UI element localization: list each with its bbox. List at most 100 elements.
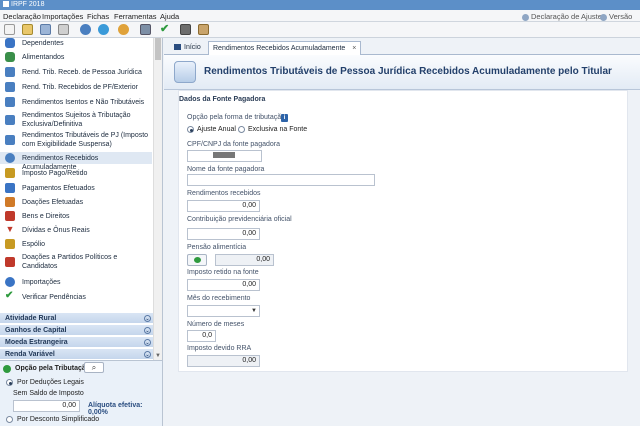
sidebar-item-bens[interactable]: Bens e Direitos [0, 210, 152, 221]
home-icon [174, 44, 181, 51]
menu-declaracao[interactable]: Declaração [3, 12, 41, 21]
cpf-field[interactable] [187, 150, 262, 162]
money-icon [5, 67, 15, 77]
sidebar-item-partidos[interactable]: Doações a Partidos Políticos e Candidato… [0, 252, 152, 272]
menu-ajuda[interactable]: Ajuda [160, 12, 179, 21]
sidebar-item-rend-pf[interactable]: Rend. Trib. Recebidos de PF/Exterior [0, 81, 152, 92]
check-icon[interactable]: ✔ [160, 24, 171, 35]
sidebar-item-rra[interactable]: Rendimentos Recebidos Acumuladamente [0, 152, 152, 171]
money-icon [5, 82, 15, 92]
chevron-down-icon: ▼ [251, 308, 257, 314]
sidebar-item-espolio[interactable]: Espólio [0, 238, 152, 249]
radio-exclusiva-fonte[interactable] [238, 126, 245, 133]
book-icon[interactable] [198, 24, 209, 35]
irrf-field[interactable]: 0,00 [187, 279, 260, 291]
check-icon: ✔ [5, 290, 14, 301]
calculator-icon[interactable] [180, 24, 191, 35]
sidebar-item-exigibilidade-suspensa[interactable]: Rendimentos Tributáveis de PJ (Imposto c… [0, 130, 152, 150]
people-icon [5, 38, 15, 48]
tax-search-button[interactable]: ⌕ [84, 362, 104, 373]
page-header: Rendimentos Tributáveis de Pessoa Jurídi… [164, 55, 640, 90]
sidebar-item-alimentandos[interactable]: Alimentandos [0, 51, 152, 62]
money-icon [5, 115, 15, 125]
mes-select[interactable]: ▼ [187, 305, 260, 317]
sidebar-item-imposto-pago[interactable]: Imposto Pago/Retido [0, 167, 152, 178]
group-renda-variavel[interactable]: Renda Variável ⌄ [0, 348, 154, 359]
app-icon [3, 1, 9, 8]
search-icon[interactable] [118, 24, 129, 35]
leaf-icon [3, 365, 11, 373]
meses-field[interactable]: 0,0 [187, 330, 216, 342]
sidebar-item-doacoes[interactable]: Doações Efetuadas [0, 196, 152, 207]
estate-icon [5, 239, 15, 249]
open-folder-icon[interactable] [22, 24, 33, 35]
donation-icon [5, 257, 15, 267]
rend-label: Rendimentos recebidos [187, 190, 261, 197]
sidebar-item-dividas[interactable]: ▼ Dívidas e Ônus Reais [0, 224, 152, 235]
money-icon [5, 97, 15, 107]
delete-icon[interactable] [58, 24, 69, 35]
sidebar-item-verificar[interactable]: ✔ Verificar Pendências [0, 291, 152, 302]
save-icon[interactable] [40, 24, 51, 35]
group-atividade-rural[interactable]: Atividade Rural ⌄ [0, 312, 154, 323]
option-label: Opção pela forma de tributação [187, 114, 286, 121]
chevron-down-icon: ⌄ [144, 339, 151, 346]
globe-icon[interactable] [80, 24, 91, 35]
new-document-icon[interactable] [4, 24, 15, 35]
transmit-icon[interactable] [98, 24, 109, 35]
radio-desconto-label: Por Desconto Simplificado [17, 416, 100, 423]
sidebar-item-exclusiva[interactable]: Rendimentos Sujeitos à Tributação Exclus… [0, 110, 152, 130]
radio-ajuste-label: Ajuste Anual [197, 126, 236, 133]
tax-option-panel: Opção pela Tributação: ⌕ Por Deduções Le… [0, 360, 163, 426]
chevron-down-icon: ⌄ [144, 351, 151, 358]
sidebar-item-pagamentos[interactable]: Pagamentos Efetuados [0, 182, 152, 193]
tab-inicio[interactable]: Início [170, 41, 205, 55]
menu-fichas[interactable]: Fichas [87, 12, 109, 21]
tab-rra[interactable]: Rendimentos Recebidos Acumuladamente × [208, 41, 362, 55]
close-icon[interactable]: × [352, 45, 356, 52]
tax-option-title: Opção pela Tributação: [15, 365, 93, 372]
pensao-label: Pensão alimentícia [187, 244, 247, 251]
chevron-down-icon: ⌄ [144, 315, 151, 322]
scrollbar-thumb[interactable] [155, 38, 161, 60]
aliquota-label: Alíquota efetiva: 0,00% [88, 402, 143, 416]
payment-icon [5, 183, 15, 193]
saldo-label: Sem Saldo de Imposto [13, 390, 84, 397]
group-ganhos-capital[interactable]: Ganhos de Capital ⌄ [0, 324, 154, 335]
radio-exclusiva-label: Exclusiva na Fonte [248, 126, 308, 133]
declaration-icon [522, 13, 529, 21]
chevron-down-icon: ⌄ [144, 327, 151, 334]
radio-ajuste-anual[interactable] [187, 126, 194, 133]
search-icon: ⌕ [91, 363, 97, 372]
import-icon [5, 277, 15, 287]
rend-field[interactable]: 0,00 [187, 200, 260, 212]
pensao-detail-button[interactable] [187, 254, 207, 266]
menu-ferramentas[interactable]: Ferramentas [114, 12, 157, 21]
money-search-icon [174, 61, 196, 83]
menu-importacoes[interactable]: Importações [42, 12, 83, 21]
sidebar: Dependentes Alimentandos Rend. Trib. Rec… [0, 38, 163, 360]
rra-label: Imposto devido RRA [187, 345, 252, 352]
meses-label: Número de meses [187, 321, 245, 328]
radio-deducoes-label: Por Deduções Legais [17, 379, 84, 386]
sidebar-scrollbar[interactable]: ▼ [153, 38, 162, 360]
version-icon [600, 13, 607, 21]
sidebar-item-rend-pj[interactable]: Rend. Trib. Receb. de Pessoa Jurídica [0, 66, 152, 77]
house-icon [5, 211, 15, 221]
radio-deducoes-legais[interactable] [6, 379, 13, 386]
redacted-value [213, 152, 235, 159]
sidebar-item-dependentes[interactable]: Dependentes [0, 38, 152, 49]
print-icon[interactable] [140, 24, 151, 35]
sidebar-item-isentos[interactable]: Rendimentos Isentos e Não Tributáveis [0, 96, 152, 107]
scroll-down-icon[interactable]: ▼ [154, 352, 162, 360]
info-icon[interactable]: i [281, 114, 288, 122]
name-field[interactable] [187, 174, 375, 186]
radio-desconto-simplificado[interactable] [6, 416, 13, 423]
rra-field: 0,00 [187, 355, 260, 367]
page-title: Rendimentos Tributáveis de Pessoa Jurídi… [204, 66, 612, 77]
contrib-field[interactable]: 0,00 [187, 228, 260, 240]
group-moeda-estrangeira[interactable]: Moeda Estrangeira ⌄ [0, 336, 154, 347]
window-title-bar: IRPF 2018 [0, 0, 640, 10]
window-title: IRPF 2018 [11, 1, 45, 8]
sidebar-item-importacoes[interactable]: Importações [0, 276, 152, 287]
